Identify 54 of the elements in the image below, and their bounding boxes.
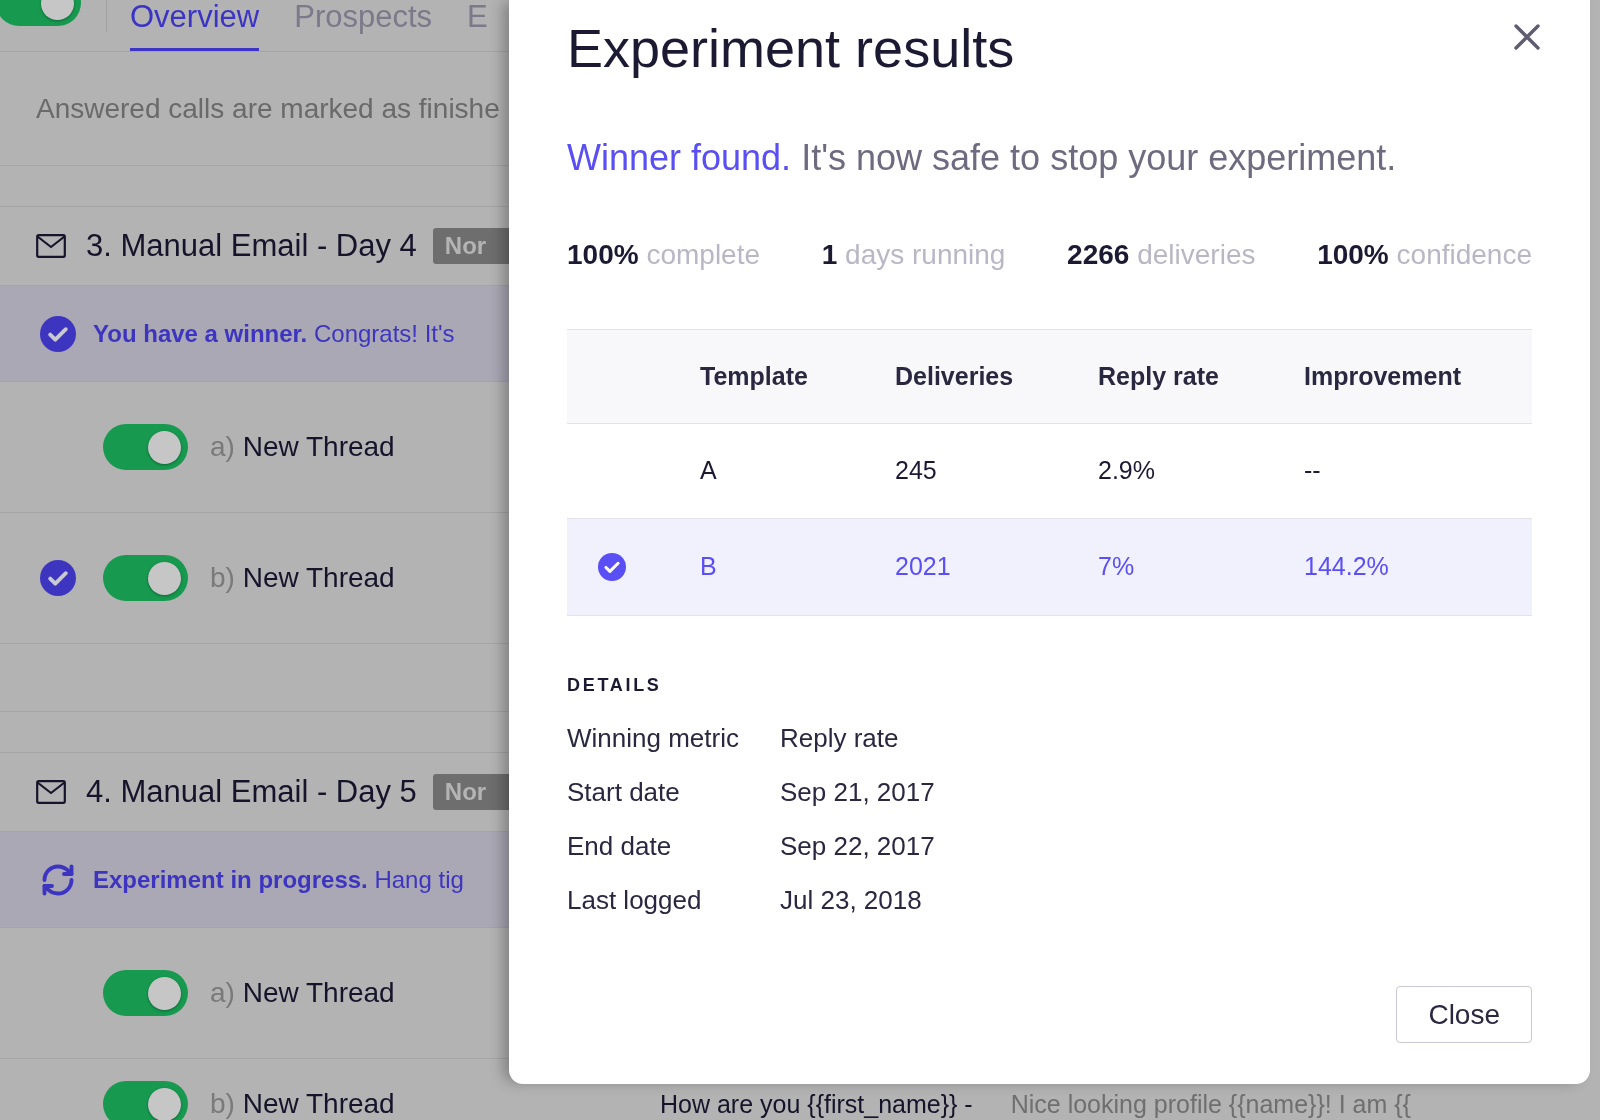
detail-label: Last logged <box>567 883 703 917</box>
notice-text: Answered calls are marked as finishe <box>36 91 500 126</box>
column-header: Reply rate <box>1098 360 1219 392</box>
table-cell-text: -- <box>1304 455 1321 487</box>
result-message: Winner found. It's now safe to stop your experiment. <box>567 138 1398 178</box>
variant-label: b) New Thread <box>210 1089 395 1119</box>
detail-value: Sep 21, 2017 <box>780 775 935 809</box>
table-cell-text: 245 <box>895 455 937 487</box>
toggle-switch[interactable] <box>103 970 188 1016</box>
tab[interactable]: Prospects <box>294 0 433 51</box>
step-title: 3. Manual Email - Day 4 <box>86 226 417 265</box>
step-title: 4. Manual Email - Day 5 <box>86 772 417 811</box>
detail-label: End date <box>567 829 673 863</box>
close-button[interactable] <box>1514 24 1540 50</box>
dialog-title: Experiment results <box>567 20 1015 76</box>
tab[interactable]: E <box>467 0 488 51</box>
toggle-switch[interactable] <box>103 1081 188 1120</box>
detail-value: Jul 23, 2018 <box>780 883 922 917</box>
check-circle-icon <box>40 315 76 352</box>
envelope-icon <box>36 780 66 804</box>
stat-text: 100% confidence <box>1317 239 1532 271</box>
close-icon <box>1514 24 1540 50</box>
close-dialog-button[interactable]: Close <box>1396 986 1532 1043</box>
table-cell-text: A <box>700 455 717 487</box>
detail-label: Winning metric <box>567 721 740 755</box>
toggle-switch[interactable] <box>103 424 188 470</box>
variant-label: a) New Thread <box>210 432 395 462</box>
detail-label: Start date <box>567 775 681 809</box>
table-cell-text: 7% <box>1098 551 1135 583</box>
column-header: Deliveries <box>895 360 1014 392</box>
stat-text: 100% complete <box>567 239 761 271</box>
banner-message: Experiment in progress. Hang tig <box>93 864 464 895</box>
table-cell-text: 2.9% <box>1098 455 1155 487</box>
stat-text: 1 days running <box>821 239 1006 271</box>
step-tag: Nor <box>432 228 509 264</box>
detail-value: Reply rate <box>780 721 899 755</box>
email-subject: How are you {{first_name}} - <box>660 1090 973 1118</box>
check-circle-icon <box>598 553 626 581</box>
detail-value: Sep 22, 2017 <box>780 829 935 863</box>
details-heading: DETAILS <box>567 674 662 697</box>
variant-label: b) New Thread <box>210 563 395 593</box>
email-preview: Nice looking profile {{name}}! I am {{ <box>1010 1090 1411 1118</box>
step-tag: Nor <box>432 774 509 810</box>
table-cell-text: 2021 <box>895 551 951 583</box>
column-header: Improvement <box>1304 360 1461 392</box>
table-cell-text: 144.2% <box>1304 551 1389 583</box>
table-cell-text: B <box>700 551 717 583</box>
envelope-icon <box>36 234 66 258</box>
toggle-switch[interactable] <box>103 555 188 601</box>
stat-text: 2266 deliveries <box>1067 239 1256 271</box>
column-header: Template <box>700 360 808 392</box>
tab[interactable]: Overview <box>130 0 260 51</box>
banner-message: You have a winner. Congrats! It's <box>93 318 455 349</box>
variant-label: a) New Thread <box>210 978 395 1008</box>
